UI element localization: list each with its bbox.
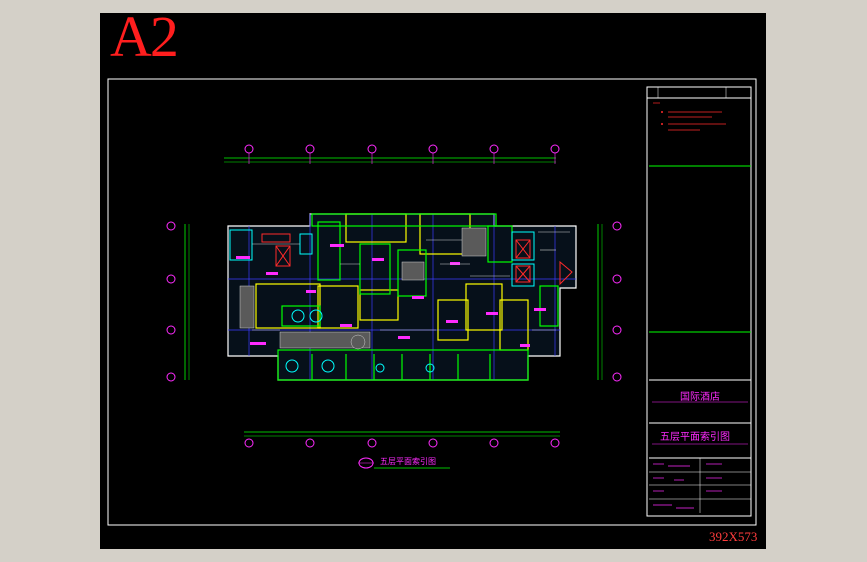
title-block (646, 86, 752, 517)
top-dimension-line (224, 144, 560, 164)
left-dimension-line (166, 221, 190, 382)
floor-plan (227, 213, 577, 381)
plan-caption: 五层平面索引图 (380, 457, 436, 466)
right-dimension-line (597, 221, 622, 382)
title-block-hotel-name: 国际酒店 (680, 392, 720, 403)
cad-drawing (107, 78, 757, 526)
title-block-drawing-title: 五层平面索引图 (660, 432, 730, 443)
bottom-dimension-line (244, 431, 560, 448)
